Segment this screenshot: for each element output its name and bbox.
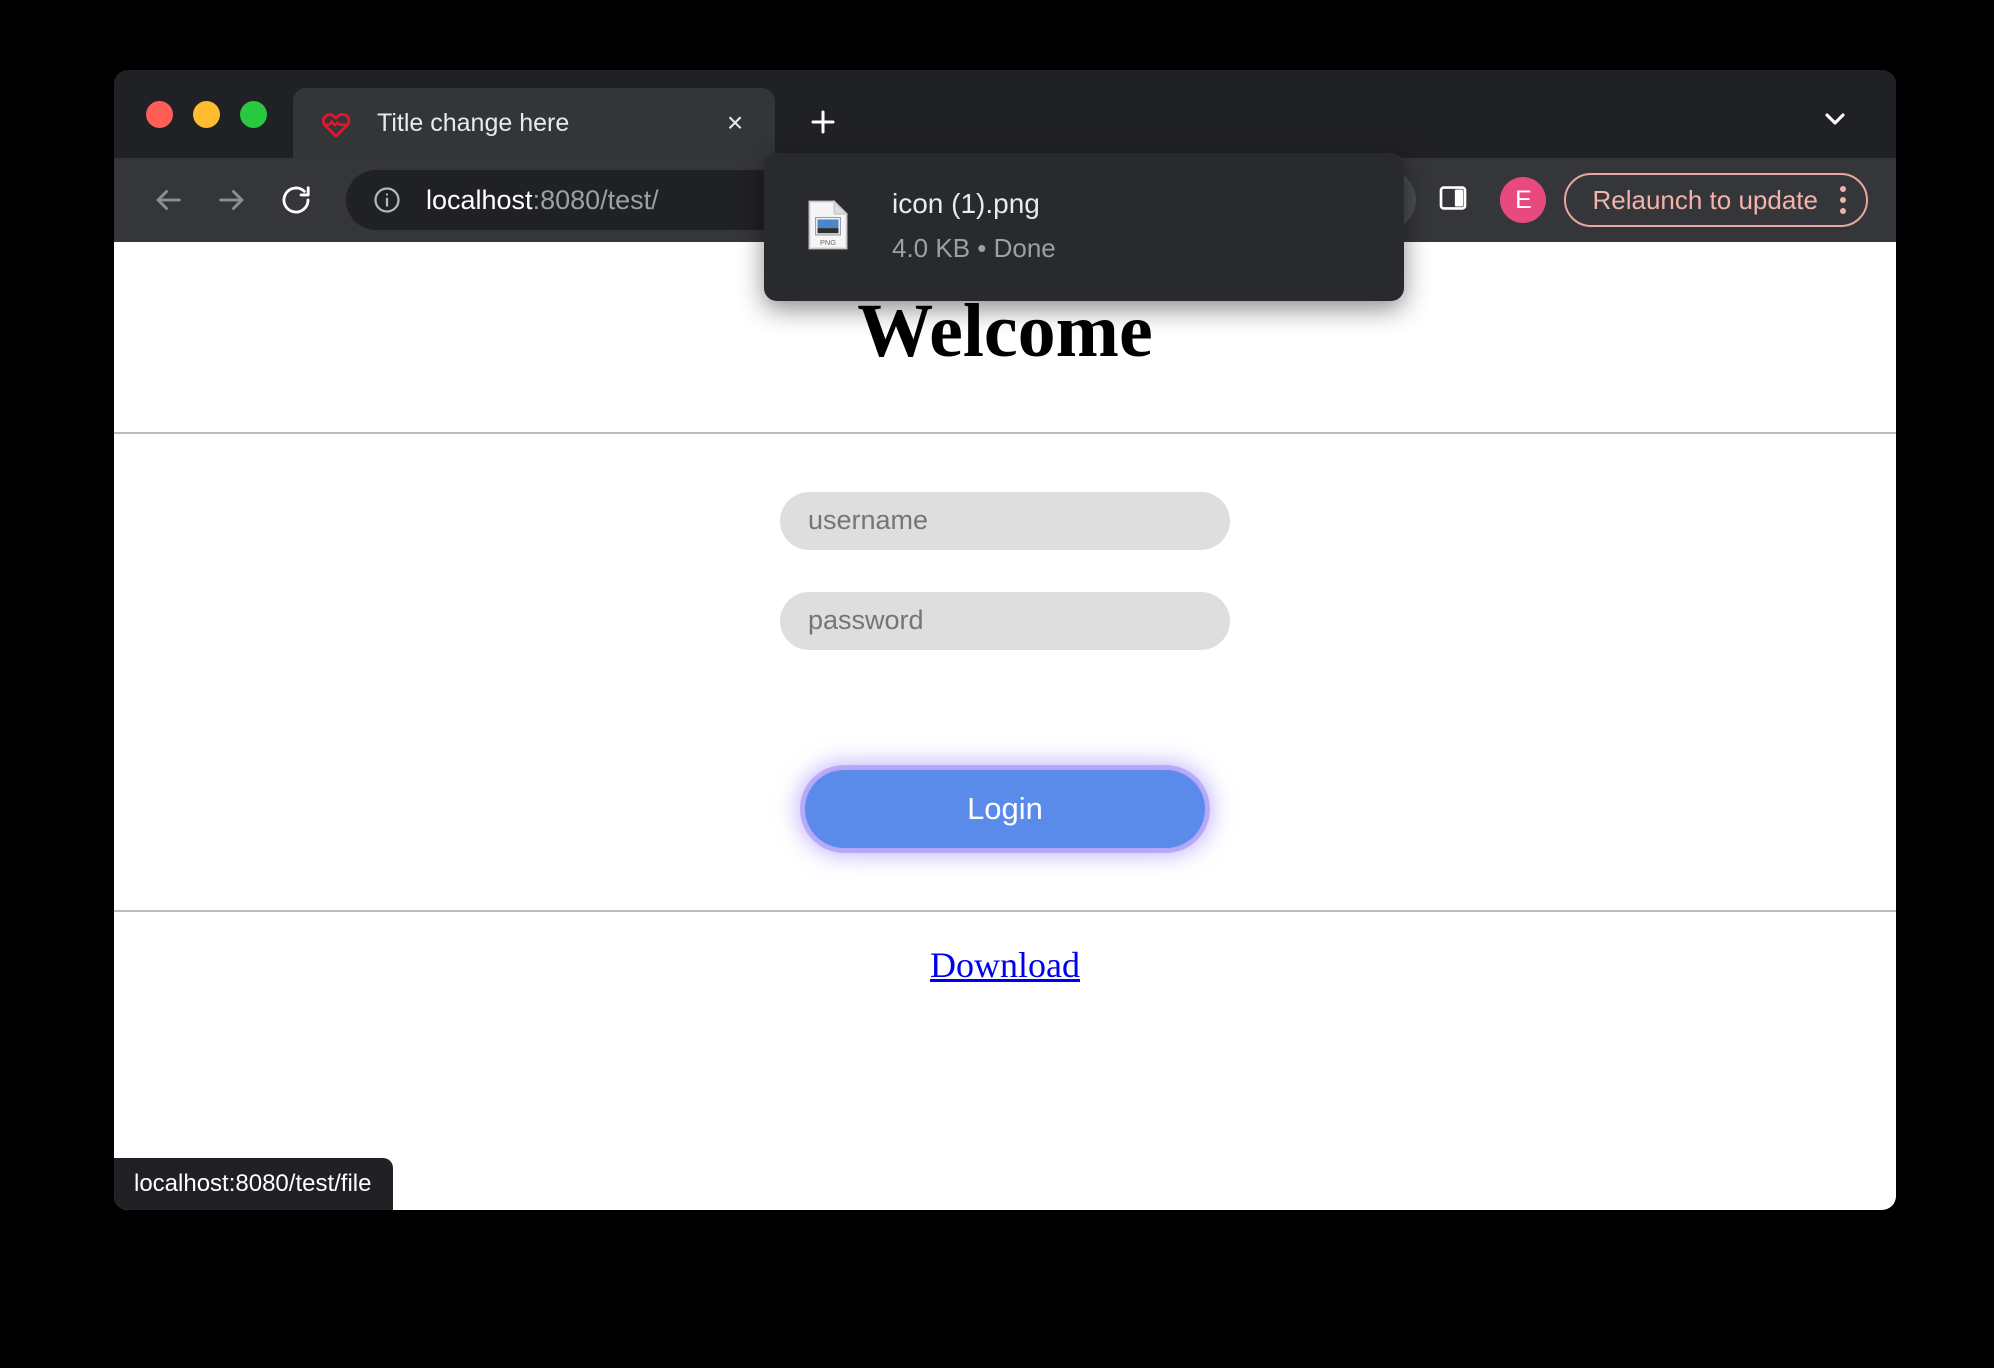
heart-pulse-icon: [321, 108, 351, 138]
tab-strip: Title change here ×: [114, 70, 1896, 158]
window-minimize-button[interactable]: [193, 101, 220, 128]
tab-search-button[interactable]: [1810, 94, 1860, 144]
side-panel-button[interactable]: [1422, 169, 1484, 231]
kebab-menu-icon[interactable]: [1832, 186, 1854, 214]
page-viewport: Welcome Login Download localhost:8080/te…: [114, 242, 1896, 1210]
downloads-popup[interactable]: PNG icon (1).png 4.0 KB • Done: [764, 153, 1404, 301]
new-tab-button[interactable]: [795, 94, 851, 150]
browser-tab[interactable]: Title change here ×: [293, 88, 775, 158]
window-close-button[interactable]: [146, 101, 173, 128]
browser-window: Title change here ×: [114, 70, 1896, 1210]
tab-title: Title change here: [377, 109, 717, 138]
status-bar-url: localhost:8080/test/file: [114, 1158, 393, 1210]
download-file-name: icon (1).png: [892, 186, 1056, 222]
page-title: Welcome: [114, 290, 1896, 374]
username-input[interactable]: [780, 492, 1230, 550]
download-link-row: Download: [114, 912, 1896, 986]
download-link[interactable]: Download: [930, 945, 1080, 985]
side-panel-icon: [1437, 182, 1469, 219]
window-controls: [114, 70, 289, 158]
relaunch-to-update-button[interactable]: Relaunch to update: [1564, 173, 1868, 227]
close-icon[interactable]: ×: [717, 105, 753, 141]
login-form: Login: [114, 434, 1896, 910]
url-host: localhost: [426, 185, 533, 215]
password-input[interactable]: [780, 592, 1230, 650]
back-button[interactable]: [136, 168, 200, 232]
reload-button[interactable]: [264, 168, 328, 232]
relaunch-label: Relaunch to update: [1592, 185, 1818, 216]
png-file-icon: PNG: [806, 199, 850, 256]
window-maximize-button[interactable]: [240, 101, 267, 128]
downloads-popup-text: icon (1).png 4.0 KB • Done: [892, 186, 1056, 267]
download-file-meta: 4.0 KB • Done: [892, 229, 1056, 268]
forward-button[interactable]: [200, 168, 264, 232]
svg-text:PNG: PNG: [820, 237, 836, 246]
info-circle-icon[interactable]: [372, 185, 404, 215]
avatar[interactable]: E: [1500, 177, 1546, 223]
address-bar-url: localhost:8080/test/: [426, 185, 659, 216]
login-button[interactable]: Login: [805, 770, 1205, 848]
url-path: :8080/test/: [533, 185, 659, 215]
